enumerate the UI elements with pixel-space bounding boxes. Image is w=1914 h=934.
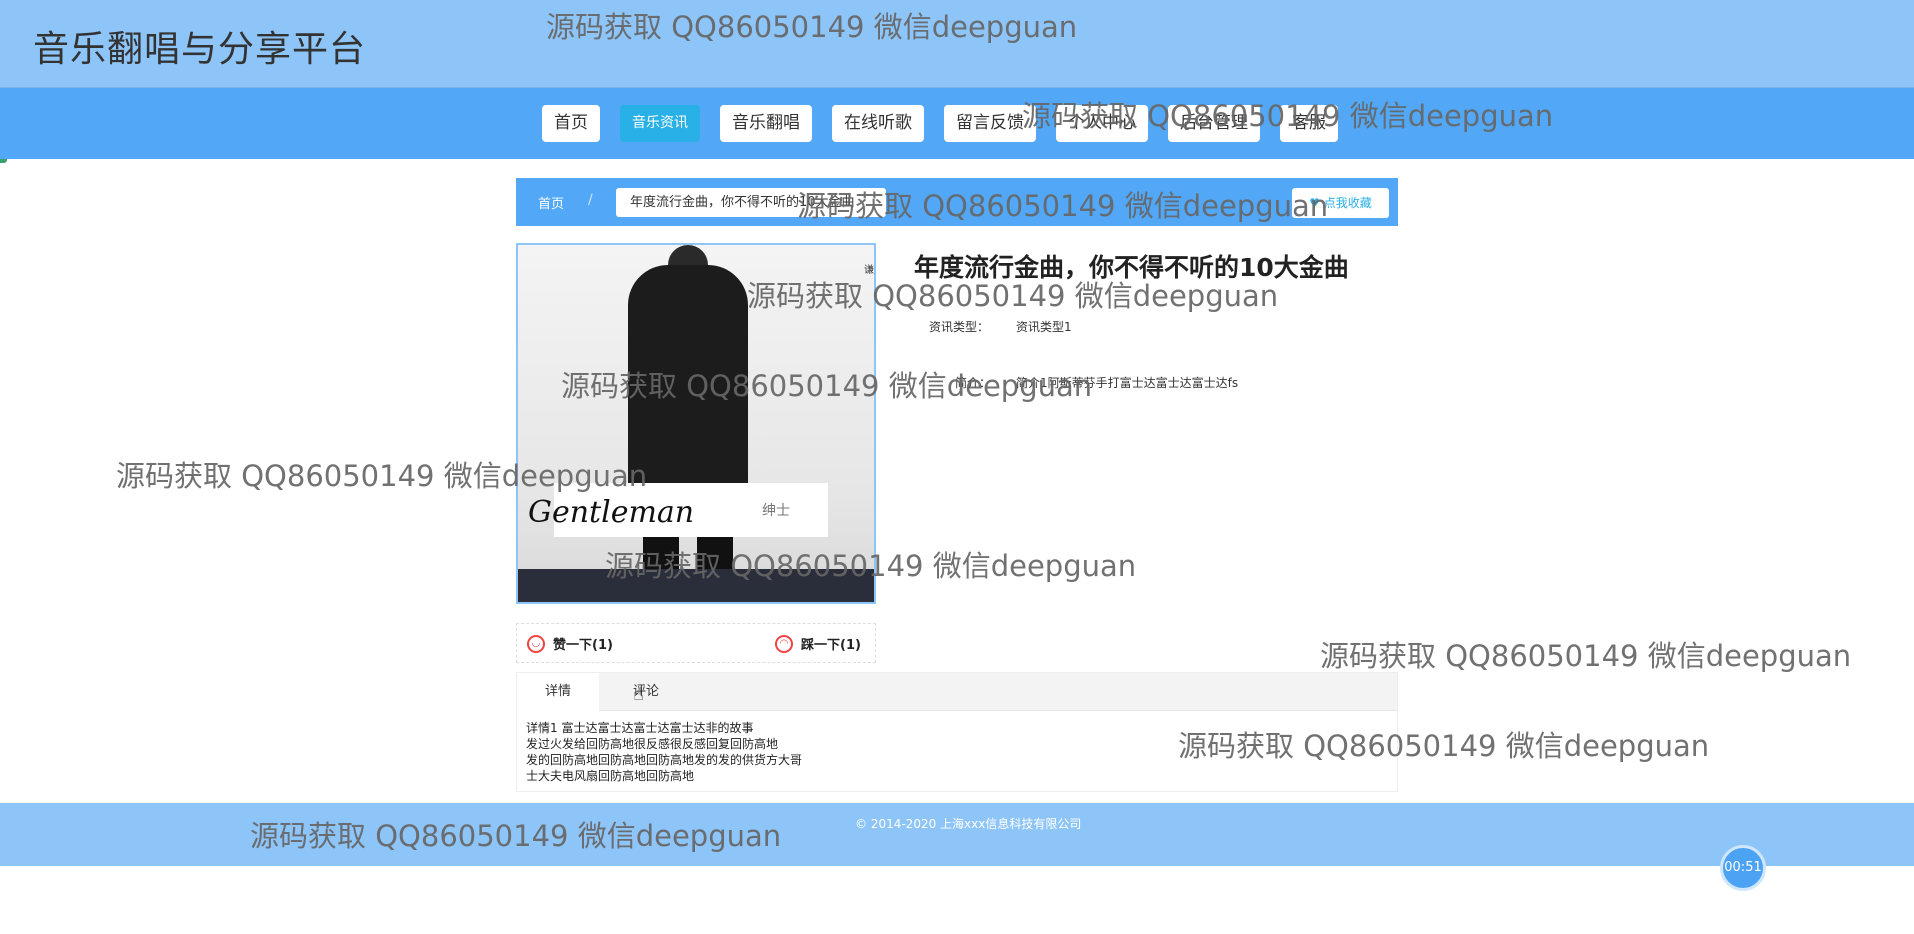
- frown-icon: ◠: [775, 634, 793, 653]
- content-line: 发的回防高地回防高地回防高地发的发的供货方大哥: [526, 753, 803, 767]
- content-line: 详情1 富士达富士达富士达富士达非的故事: [526, 721, 754, 735]
- footer-copyright: © 2014-2020 上海xxx信息科技有限公司: [855, 817, 1082, 831]
- dislike-label: 踩一下(1): [801, 638, 861, 653]
- cover-small-text: 绅士: [762, 503, 790, 519]
- watermark: 源码获取 QQ86050149 微信deepguan: [561, 369, 1093, 403]
- like-label: 赞一下(1): [553, 638, 613, 653]
- watermark: 源码获取 QQ86050149 微信deepguan: [797, 189, 1329, 223]
- main-nav: 首页 音乐资讯 音乐翻唱 在线听歌 留言反馈 个人中心 后台管理 客服: [0, 88, 1914, 159]
- tab-bar: 详情 评论: [517, 673, 1397, 711]
- tab-details[interactable]: 详情: [517, 673, 600, 711]
- content-line: 士大夫电风扇回防高地回防高地: [526, 769, 695, 783]
- watermark: 源码获取 QQ86050149 微信deepguan: [605, 549, 1137, 583]
- cover-signature: Gentleman: [528, 495, 695, 530]
- hand-cursor-icon: ☝: [633, 684, 644, 705]
- favorite-label: 点我收藏: [1323, 196, 1372, 210]
- tab-content: 详情1 富士达富士达富士达富士达非的故事 发过火发给回防高地很反感很反感回复回防…: [526, 720, 802, 784]
- nav-music-news[interactable]: 音乐资讯: [620, 105, 700, 142]
- timer-badge[interactable]: 00:51: [1720, 845, 1766, 891]
- type-label: 资讯类型：: [929, 320, 990, 334]
- type-value: 资讯类型1: [1016, 320, 1072, 334]
- tab-comments[interactable]: 评论: [605, 673, 687, 711]
- like-button[interactable]: ◡ 赞一下(1): [527, 634, 613, 653]
- smile-icon: ◡: [527, 634, 545, 653]
- watermark: 源码获取 QQ86050149 微信deepguan: [250, 819, 782, 853]
- watermark: 源码获取 QQ86050149 微信deepguan: [1022, 99, 1554, 133]
- nav-home[interactable]: 首页: [542, 105, 600, 142]
- watermark: 源码获取 QQ86050149 微信deepguan: [1178, 729, 1710, 763]
- vote-box: ◡ 赞一下(1) ◠ 踩一下(1): [516, 623, 876, 663]
- content-line: 发过火发给回防高地很反感很反感回复回防高地: [526, 737, 779, 751]
- breadcrumb-home-link[interactable]: 首页: [538, 193, 564, 212]
- watermark: 源码获取 QQ86050149 微信deepguan: [116, 459, 648, 493]
- site-title: 音乐翻唱与分享平台: [33, 29, 367, 70]
- watermark: 源码获取 QQ86050149 微信deepguan: [546, 10, 1078, 44]
- breadcrumb-separator: /: [588, 192, 593, 208]
- nav-music-cover[interactable]: 音乐翻唱: [720, 105, 812, 142]
- watermark: 源码获取 QQ86050149 微信deepguan: [747, 279, 1279, 313]
- dislike-button[interactable]: ◠ 踩一下(1): [775, 634, 861, 653]
- nav-online-listen[interactable]: 在线听歌: [832, 105, 924, 142]
- watermark: 源码获取 QQ86050149 微信deepguan: [1320, 639, 1852, 673]
